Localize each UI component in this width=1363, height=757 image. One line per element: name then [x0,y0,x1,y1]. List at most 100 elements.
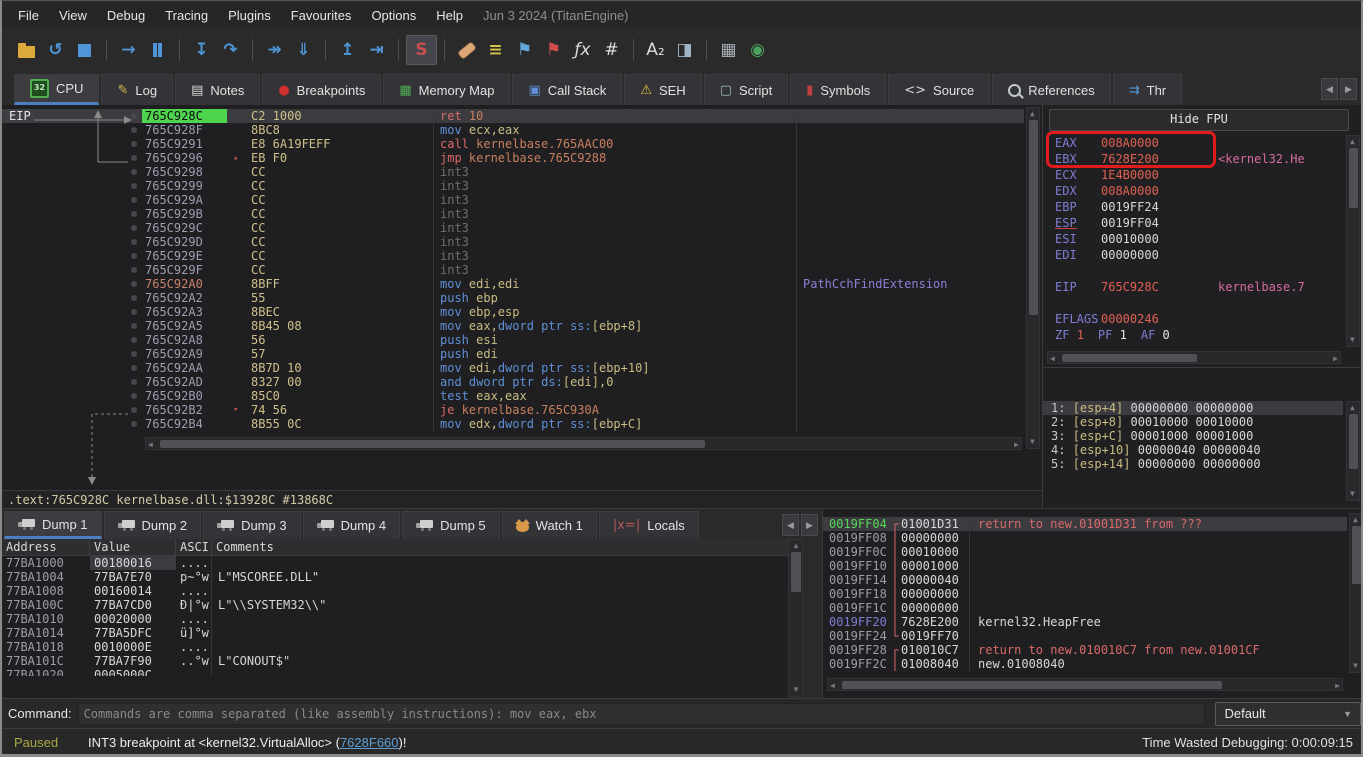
stack-row[interactable]: 0019FF0C│00010000 [823,545,1347,559]
breakpoint-dot[interactable] [131,351,137,357]
dump-row[interactable]: 77BA100C77BA7CD0Ð|°wL"\\SYSTEM32\\" [2,598,788,612]
scroll-right-arrow[interactable] [1014,441,1019,449]
menu-item-file[interactable]: File [8,5,49,26]
dump-row[interactable]: 77BA100000180016.... [2,556,788,570]
breakpoint-dot[interactable] [131,337,137,343]
tab-dump-3[interactable]: Dump 3 [203,511,301,539]
menu-item-help[interactable]: Help [426,5,473,26]
breakpoint-dot[interactable] [131,183,137,189]
stack-row[interactable]: 0019FF2C│01008040new.01008040 [823,657,1347,671]
scrollbar-thumb[interactable] [842,681,1222,689]
dump-row[interactable]: 77BA101C77BA7F90..°wL"CONOUT$" [2,654,788,668]
breakpoint-dot[interactable] [131,309,137,315]
menu-item-favourites[interactable]: Favourites [281,5,362,26]
registers-horizontal-scrollbar[interactable] [1047,351,1341,364]
register-row-eflags[interactable]: EFLAGS00000246 [1043,311,1343,327]
dump-row[interactable]: 77BA101000020000.... [2,612,788,626]
tab-thr[interactable]: ⇉Thr [1113,74,1182,105]
stack-row[interactable]: 0019FF20│7628E200kernel32.HeapFree [823,615,1347,629]
breakpoint-dot[interactable] [131,379,137,385]
disasm-row[interactable]: 765C9296▴EB F0jmp kernelbase.765C9288 [2,151,1024,165]
tab-scroll-left-button[interactable] [1321,78,1338,100]
argument-row[interactable]: 2: [esp+8] 00010000 00010000 [1043,415,1343,429]
tab-references[interactable]: References [992,74,1110,105]
pause-button[interactable] [143,36,172,64]
disasm-row[interactable]: 765C92B085C0test eax,eax [2,389,1024,403]
scroll-up-arrow[interactable] [1353,516,1358,524]
breakpoint-dot[interactable] [131,141,137,147]
hide-fpu-button[interactable]: Hide FPU [1049,109,1349,131]
scrollbar-thumb[interactable] [1062,354,1197,362]
disasm-row[interactable]: 765C92A08BFFmov edi,ediPathCchFindExtens… [2,277,1024,291]
comments-button[interactable]: ≡ [481,36,510,64]
step-out-button[interactable]: ⇓ [289,36,318,64]
register-row-edx[interactable]: EDX008A0000 [1043,183,1343,199]
tab-script[interactable]: ▢Script [704,74,789,105]
hash-button[interactable]: # [597,36,626,64]
tab-dump-1[interactable]: Dump 1 [4,511,102,539]
tab-source[interactable]: <>Source [888,74,990,105]
command-profile-dropdown[interactable]: Default ▼ [1215,702,1361,726]
breakpoint-dot[interactable] [131,225,137,231]
scroll-up-arrow[interactable] [792,542,800,550]
menu-item-options[interactable]: Options [361,5,426,26]
scroll-right-arrow[interactable] [1333,355,1338,363]
register-row-ecx[interactable]: ECX1E4B0000 [1043,167,1343,183]
breakpoint-dot[interactable] [131,393,137,399]
tab-dump-5[interactable]: Dump 5 [402,511,500,539]
tab-breakpoints[interactable]: ●Breakpoints [262,74,381,105]
disasm-row[interactable]: 765C92AA8B7D 10mov edi,dword ptr ss:[ebp… [2,361,1024,375]
dump-vertical-scrollbar[interactable] [788,539,803,697]
breakpoint-dot[interactable] [131,407,137,413]
step-over-button[interactable]: ↷ [216,36,245,64]
breakpoint-dot[interactable] [131,113,137,119]
scroll-left-arrow[interactable] [1050,355,1055,363]
tab-dump-4[interactable]: Dump 4 [303,511,401,539]
disasm-row[interactable]: 765C92A255push ebp [2,291,1024,305]
disasm-row[interactable]: 765C929BCCint3 [2,207,1024,221]
attach-button[interactable]: ◨ [670,36,699,64]
registers-vertical-scrollbar[interactable] [1346,135,1360,347]
menu-item-plugins[interactable]: Plugins [218,5,281,26]
dump-column-header-asci[interactable]: ASCI [176,539,212,555]
stack-row[interactable]: 0019FF08│00000000 [823,531,1347,545]
disassembly-vertical-scrollbar[interactable] [1026,107,1040,449]
disasm-row[interactable]: 765C92A38BECmov ebp,esp [2,305,1024,319]
stack-vertical-scrollbar[interactable] [1349,513,1363,673]
dump-tab-scroll-right-button[interactable] [801,514,818,536]
scrollbar-thumb[interactable] [160,440,705,448]
scroll-down-arrow[interactable] [1350,336,1355,344]
breakpoint-dot[interactable] [131,281,137,287]
stack-row[interactable]: 0019FF18│00000000 [823,587,1347,601]
disasm-row[interactable]: 765C92A957push edi [2,347,1024,361]
scroll-down-arrow[interactable] [792,686,800,694]
disassembly-horizontal-scrollbar[interactable] [145,437,1022,450]
scroll-down-arrow[interactable] [1350,490,1355,498]
disasm-row[interactable]: 765C9299CCint3 [2,179,1024,193]
tab-scroll-right-button[interactable] [1340,78,1357,100]
stack-horizontal-scrollbar[interactable] [827,678,1343,691]
register-row-edi[interactable]: EDI00000000 [1043,247,1343,263]
tab-cpu[interactable]: 32CPU [14,74,99,105]
stack-row[interactable]: 0019FF14│00000040 [823,573,1347,587]
execute-till-return-button[interactable]: ↥ [333,36,362,64]
disasm-row[interactable]: 765C929ECCint3 [2,249,1024,263]
run-button[interactable]: → [114,36,143,64]
breakpoint-dot[interactable] [131,169,137,175]
tab-log[interactable]: ✎Log [101,74,173,105]
tab-watch-1[interactable]: Watch 1 [502,511,597,539]
breakpoint-dot[interactable] [131,323,137,329]
website-button[interactable]: ◉ [743,36,772,64]
breakpoint-dot[interactable] [131,155,137,161]
disasm-row[interactable]: 765C92B2▾74 56je kernelbase.765C930A [2,403,1024,417]
breakpoint-dot[interactable] [131,197,137,203]
scroll-left-arrow[interactable] [148,441,153,449]
disasm-row[interactable]: 765C92AD8327 00and dword ptr ds:[edi],0 [2,375,1024,389]
tab-call-stack[interactable]: ▣Call Stack [512,74,622,105]
argument-row[interactable]: 4: [esp+10] 00000040 00000040 [1043,443,1343,457]
breakpoint-dot[interactable] [131,295,137,301]
menu-item-debug[interactable]: Debug [97,5,155,26]
register-row-esp[interactable]: ESP0019FF04 [1043,215,1343,231]
open-folder-button[interactable] [12,36,41,64]
arguments-vertical-scrollbar[interactable] [1346,401,1360,501]
